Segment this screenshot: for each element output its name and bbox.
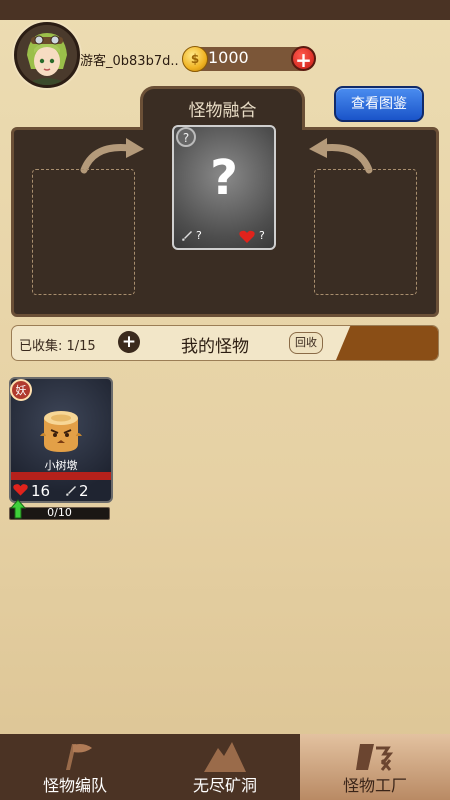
fusion-slot-right[interactable] [314, 169, 417, 295]
username-label: 游客_0b83b7d.. [80, 54, 179, 69]
monster-name: 小树墩 [44, 459, 78, 472]
fusion-attack-value: ? [196, 229, 202, 242]
coin-amount: 1000 [208, 48, 249, 67]
factory-icon [356, 744, 394, 771]
mountain-icon [204, 742, 246, 772]
character-portrait-icon [17, 25, 77, 85]
nav-label: 无尽矿洞 [192, 776, 257, 795]
top-bar [0, 0, 450, 20]
nav-tab-monster-factory[interactable]: 怪物工厂 [300, 734, 450, 800]
player-avatar[interactable] [14, 22, 80, 88]
recycle-button[interactable]: 回收 [289, 332, 323, 354]
add-monster-button[interactable]: + [118, 331, 140, 353]
coin-icon: $ [182, 46, 208, 72]
collected-count: 已收集: 1/15 [19, 339, 96, 354]
add-coins-button[interactable]: + [291, 46, 316, 72]
nav-label: 怪物编队 [42, 776, 107, 795]
page: 游客_0b83b7d.. $ 1000 + 怪物融合 查看图鉴 ? ? ? ? … [0, 0, 450, 800]
sword-icon [182, 231, 192, 241]
fusion-hp-value: ? [259, 229, 265, 242]
monster-hp: 16 [31, 482, 51, 500]
my-monsters-title: 我的怪物 [181, 337, 249, 357]
nav-tab-endless-mine[interactable]: 无尽矿洞 [150, 734, 300, 800]
monster-type-badge: 妖 [10, 379, 32, 401]
collection-bar-accent [336, 326, 438, 360]
level-up-arrow-icon [10, 499, 26, 519]
nav-label: 怪物工厂 [342, 776, 407, 795]
sword-icon [66, 486, 76, 496]
fusion-title: 怪物融合 [188, 101, 257, 121]
monster-attack: 2 [79, 482, 89, 500]
heart-icon [239, 230, 255, 243]
monster-name-strip [11, 472, 111, 480]
nav-tab-monster-team[interactable]: 怪物编队 [0, 734, 150, 800]
unknown-type-badge: ? [176, 127, 196, 147]
fusion-slot-left[interactable] [32, 169, 135, 295]
flag-icon [66, 744, 92, 770]
view-atlas-button[interactable]: 查看图鉴 [334, 86, 424, 122]
heart-icon [13, 484, 28, 496]
tree-stump-monster-icon [40, 411, 82, 452]
unknown-monster-symbol: ? [210, 150, 238, 206]
